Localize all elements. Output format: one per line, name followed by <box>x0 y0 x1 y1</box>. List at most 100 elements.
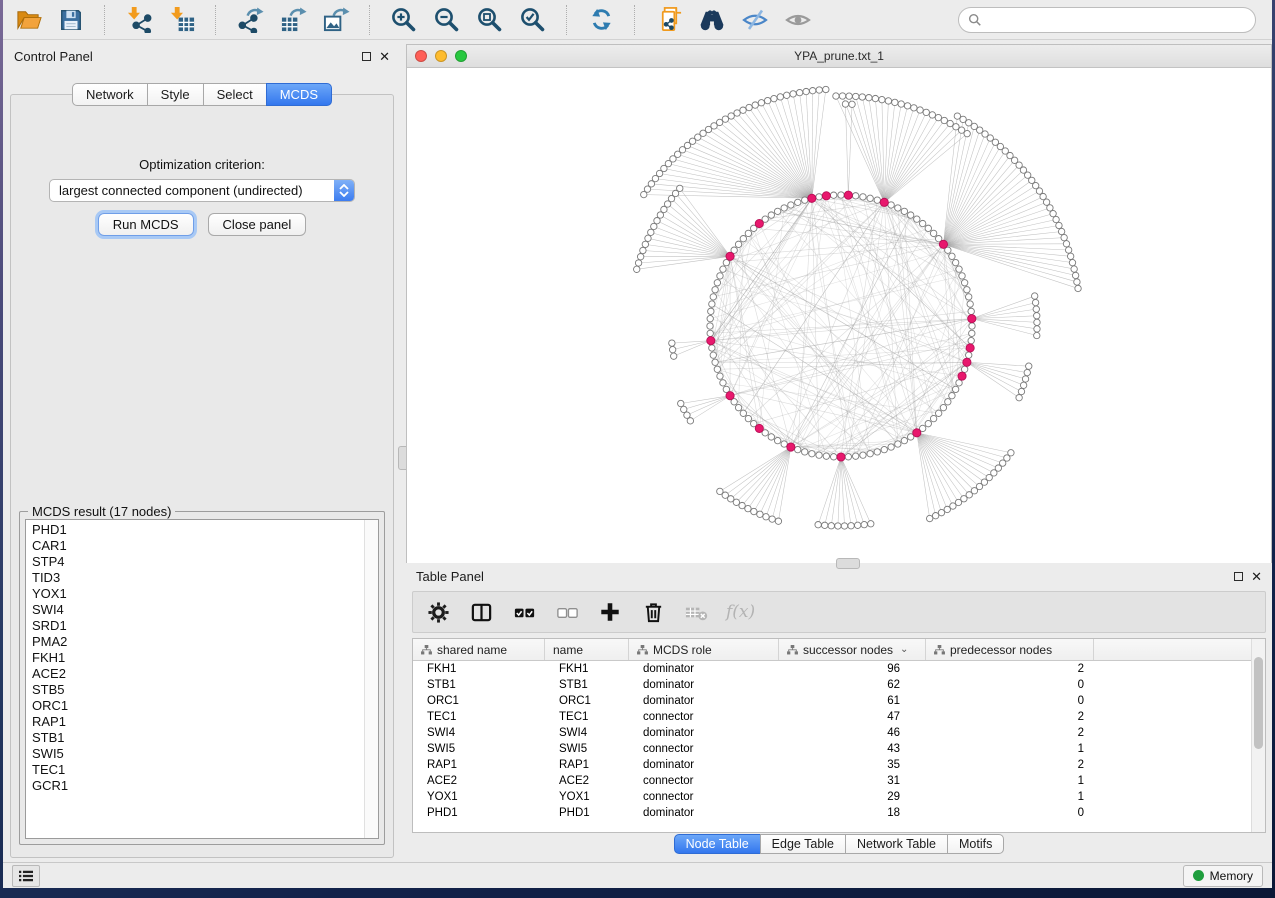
network-node[interactable] <box>669 346 675 352</box>
network-node[interactable] <box>956 266 962 272</box>
network-node[interactable] <box>861 521 867 527</box>
network-node[interactable] <box>746 104 752 110</box>
network-node[interactable] <box>720 380 726 386</box>
network-node[interactable] <box>830 454 836 460</box>
refresh-layout-icon[interactable] <box>586 5 616 35</box>
network-node[interactable] <box>728 113 734 119</box>
network-node[interactable] <box>907 212 913 218</box>
network-node[interactable] <box>1020 382 1026 388</box>
network-node[interactable] <box>935 114 941 120</box>
network-search-box[interactable] <box>958 7 1256 33</box>
mcds-result-item[interactable]: SWI4 <box>32 602 364 618</box>
run-mcds-button[interactable]: Run MCDS <box>98 213 194 236</box>
network-node[interactable] <box>712 287 718 293</box>
mcds-node[interactable] <box>844 191 852 199</box>
network-node[interactable] <box>904 103 910 109</box>
network-node[interactable] <box>925 225 931 231</box>
tab-mcds[interactable]: MCDS <box>266 83 332 106</box>
mcds-node[interactable] <box>726 252 734 260</box>
column-header-predecessor-nodes[interactable]: predecessor nodes <box>926 639 1094 660</box>
mcds-result-item[interactable]: STB5 <box>32 682 364 698</box>
network-node[interactable] <box>709 301 715 307</box>
network-node[interactable] <box>816 452 822 458</box>
network-node[interactable] <box>677 185 683 191</box>
export-table-icon[interactable] <box>278 5 308 35</box>
network-node[interactable] <box>722 116 728 122</box>
column-header-name[interactable]: name <box>545 639 629 660</box>
network-node[interactable] <box>710 352 716 358</box>
network-node[interactable] <box>968 337 974 343</box>
network-node[interactable] <box>952 259 958 265</box>
tab-style[interactable]: Style <box>147 83 204 106</box>
network-node[interactable] <box>849 101 855 107</box>
network-node[interactable] <box>1034 313 1040 319</box>
network-node[interactable] <box>707 330 713 336</box>
network-node[interactable] <box>823 86 829 92</box>
network-node[interactable] <box>852 453 858 459</box>
network-node[interactable] <box>740 236 746 242</box>
network-node[interactable] <box>1050 210 1056 216</box>
network-node[interactable] <box>881 446 887 452</box>
table-row[interactable]: ORC1ORC1dominator610 <box>413 693 1265 709</box>
add-column-icon[interactable] <box>597 599 623 625</box>
network-node[interactable] <box>1061 234 1067 240</box>
mcds-node[interactable] <box>837 453 845 461</box>
network-node[interactable] <box>774 437 780 443</box>
network-node[interactable] <box>968 308 974 314</box>
network-node[interactable] <box>1034 319 1040 325</box>
mcds-result-item[interactable]: GCR1 <box>32 778 364 794</box>
export-image-icon[interactable] <box>321 5 351 35</box>
mcds-result-item[interactable]: PMA2 <box>32 634 364 650</box>
tab-edge-table[interactable]: Edge Table <box>760 834 846 854</box>
mcds-node[interactable] <box>755 424 763 432</box>
network-node[interactable] <box>714 280 720 286</box>
network-node[interactable] <box>816 194 822 200</box>
network-node[interactable] <box>929 112 935 118</box>
mcds-node[interactable] <box>958 372 966 380</box>
network-node[interactable] <box>854 522 860 528</box>
network-node[interactable] <box>637 253 643 259</box>
network-node[interactable] <box>964 130 970 136</box>
network-node[interactable] <box>796 89 802 95</box>
network-node[interactable] <box>809 451 815 457</box>
network-node[interactable] <box>945 399 951 405</box>
network-node[interactable] <box>763 514 769 520</box>
table-row[interactable]: SWI4SWI4dominator462 <box>413 725 1265 741</box>
network-node[interactable] <box>745 505 751 511</box>
network-node[interactable] <box>1026 363 1032 369</box>
network-graph-canvas[interactable] <box>407 68 1271 563</box>
mcds-node[interactable] <box>880 198 888 206</box>
network-node[interactable] <box>717 488 723 494</box>
network-node[interactable] <box>757 511 763 517</box>
network-node[interactable] <box>1031 293 1037 299</box>
network-node[interactable] <box>952 386 958 392</box>
network-node[interactable] <box>1071 266 1077 272</box>
network-node[interactable] <box>809 87 815 93</box>
table-row[interactable]: SWI5SWI5connector431 <box>413 741 1265 757</box>
network-node[interactable] <box>1072 272 1078 278</box>
network-node[interactable] <box>645 235 651 241</box>
network-node[interactable] <box>959 273 965 279</box>
network-node[interactable] <box>735 404 741 410</box>
network-node[interactable] <box>895 441 901 447</box>
network-node[interactable] <box>852 193 858 199</box>
network-node[interactable] <box>775 518 781 524</box>
network-node[interactable] <box>911 105 917 111</box>
task-history-button[interactable] <box>12 865 40 887</box>
network-node[interactable] <box>774 208 780 214</box>
zoom-out-icon[interactable] <box>432 5 462 35</box>
network-node[interactable] <box>841 523 847 529</box>
mcds-node[interactable] <box>963 358 971 366</box>
network-node[interactable] <box>823 453 829 459</box>
column-header-successor-nodes[interactable]: successor nodes⌄ <box>779 639 926 660</box>
network-node[interactable] <box>802 197 808 203</box>
mcds-node[interactable] <box>822 192 830 200</box>
network-node[interactable] <box>874 449 880 455</box>
memory-button[interactable]: Memory <box>1183 865 1263 887</box>
network-node[interactable] <box>678 400 684 406</box>
network-node[interactable] <box>764 97 770 103</box>
network-node[interactable] <box>828 523 834 529</box>
network-node[interactable] <box>790 91 796 97</box>
network-node[interactable] <box>669 340 675 346</box>
network-node[interactable] <box>901 208 907 214</box>
